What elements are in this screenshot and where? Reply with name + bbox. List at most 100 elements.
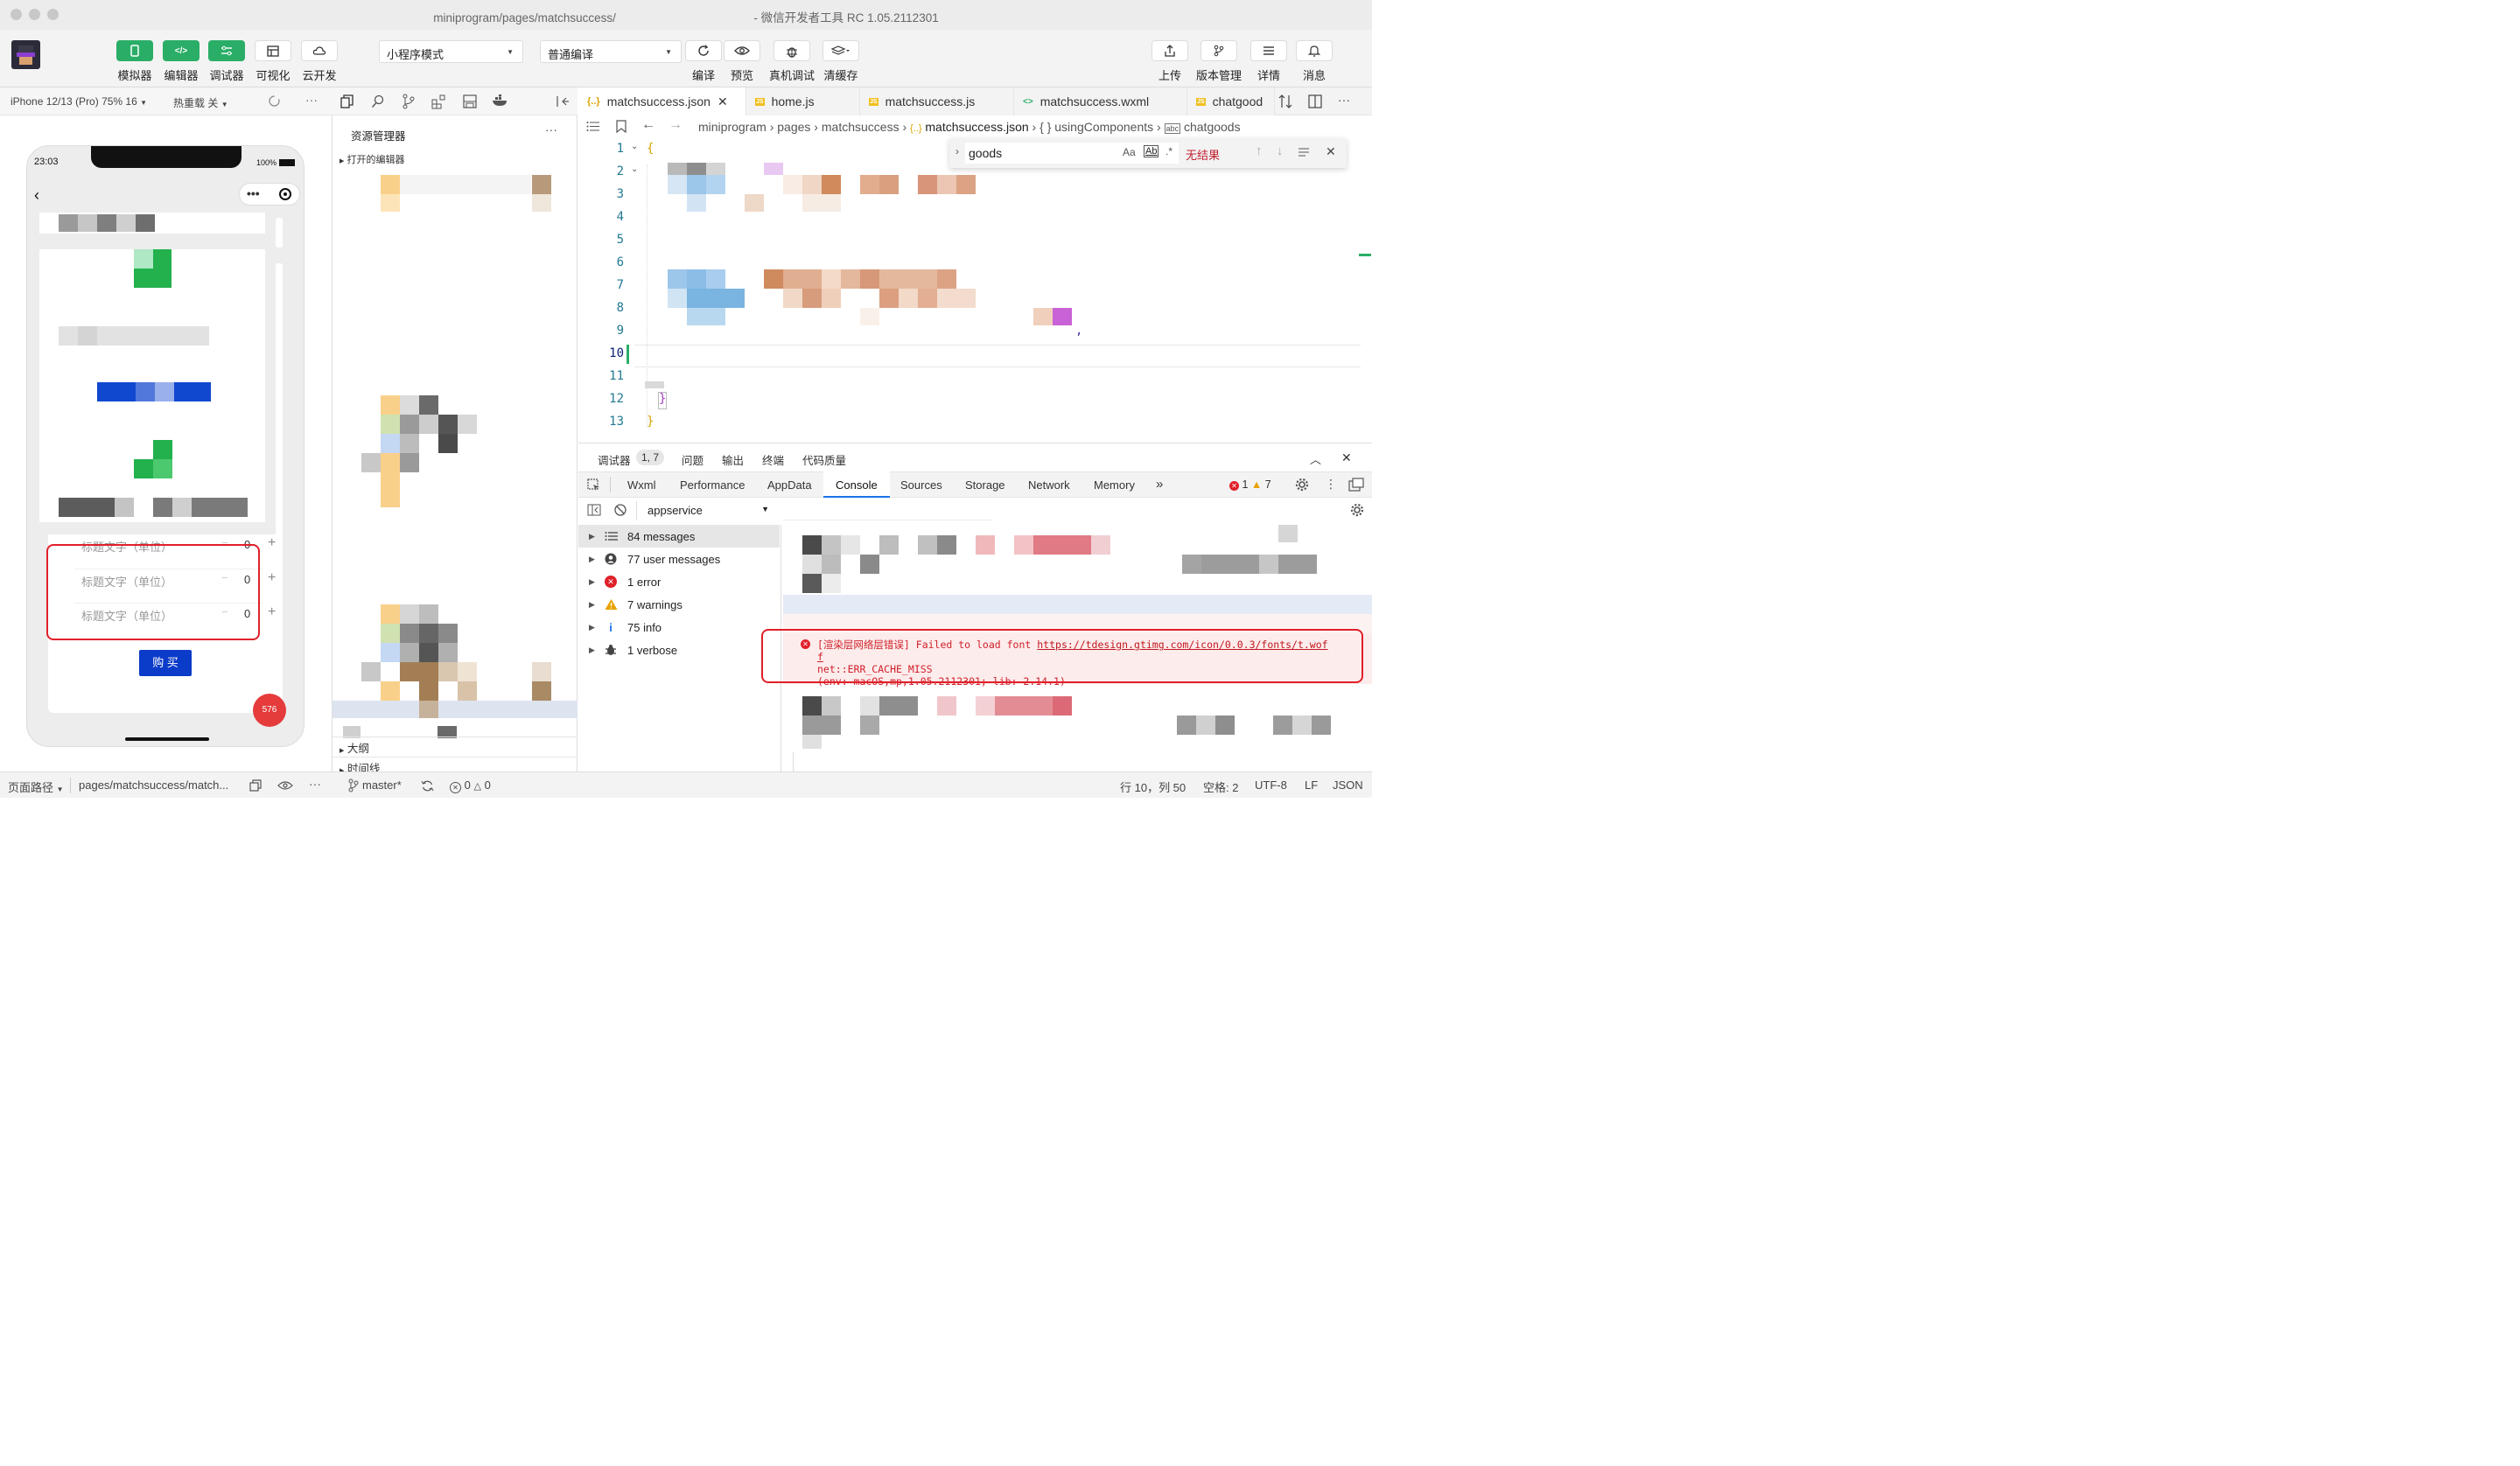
more-icon[interactable]: ··· bbox=[305, 93, 318, 107]
visual-button[interactable] bbox=[255, 40, 291, 61]
save-icon[interactable] bbox=[463, 94, 477, 108]
compile-mode-select[interactable]: 普通编译 ▼ bbox=[540, 40, 682, 63]
buy-button[interactable]: 购 买 bbox=[139, 650, 192, 676]
upload-button[interactable] bbox=[1152, 40, 1188, 61]
tab-network[interactable]: Network bbox=[1028, 478, 1070, 492]
match-case-icon[interactable]: Aa bbox=[1123, 146, 1136, 158]
search-icon[interactable] bbox=[371, 94, 385, 108]
real-debug-button[interactable] bbox=[774, 40, 810, 61]
more-tabs-button[interactable]: » bbox=[1156, 477, 1163, 492]
preview-button[interactable] bbox=[724, 40, 760, 61]
language-mode[interactable]: JSON bbox=[1333, 778, 1363, 792]
inspect-icon[interactable] bbox=[587, 478, 601, 492]
whole-word-icon[interactable]: Ab bbox=[1144, 145, 1159, 157]
more-icon[interactable]: ··· bbox=[545, 122, 557, 136]
avatar[interactable] bbox=[11, 40, 40, 69]
floating-badge[interactable]: 576 bbox=[253, 694, 286, 727]
eye-icon[interactable] bbox=[277, 780, 293, 791]
tab-memory[interactable]: Memory bbox=[1094, 478, 1135, 492]
breadcrumb-item[interactable]: matchsuccess.json bbox=[925, 120, 1028, 134]
tab-matchsuccess-json[interactable]: {..} matchsuccess.json ✕ bbox=[578, 87, 746, 115]
fold-icon[interactable]: ⌄ bbox=[631, 164, 638, 174]
regex-icon[interactable]: .* bbox=[1166, 145, 1172, 157]
editor-toggle-button[interactable]: </> bbox=[163, 40, 200, 61]
plus-icon[interactable]: + bbox=[268, 570, 276, 586]
breadcrumb-item[interactable]: matchsuccess bbox=[822, 120, 900, 134]
undock-icon[interactable] bbox=[1348, 478, 1364, 492]
tab-performance[interactable]: Performance bbox=[680, 478, 745, 492]
tab-chatgoods[interactable]: JS chatgood bbox=[1187, 87, 1275, 115]
console-settings-icon[interactable] bbox=[1350, 503, 1364, 517]
tab-console[interactable]: Console bbox=[836, 478, 878, 492]
code-area[interactable]: {,}} bbox=[634, 142, 1371, 439]
back-arrow-icon[interactable]: ‹ bbox=[34, 186, 39, 205]
details-button[interactable] bbox=[1250, 40, 1287, 61]
tab-debugger[interactable]: 调试器 bbox=[598, 451, 631, 468]
tab-code-quality[interactable]: 代码质量 bbox=[802, 451, 846, 468]
git-branch[interactable]: master* bbox=[362, 778, 402, 792]
source-control-icon[interactable] bbox=[402, 94, 416, 109]
files-icon[interactable] bbox=[340, 94, 354, 108]
close-icon[interactable]: ✕ bbox=[1326, 144, 1336, 159]
tab-home-js[interactable]: JS home.js bbox=[746, 87, 860, 115]
issue-counter[interactable]: ✕ 1 ▲ 7 bbox=[1229, 478, 1271, 491]
clear-cache-button[interactable] bbox=[822, 40, 859, 61]
close-icon[interactable]: ✕ bbox=[718, 94, 728, 109]
docker-icon[interactable] bbox=[492, 94, 509, 107]
sidebar-item-warnings[interactable]: ▶ 7 warnings bbox=[578, 593, 780, 616]
sidebar-item-info[interactable]: ▶ i 75 info bbox=[578, 616, 780, 639]
more-icon[interactable]: ··· bbox=[309, 777, 321, 791]
tab-matchsuccess-wxml[interactable]: <> matchsuccess.wxml bbox=[1014, 87, 1187, 115]
find-in-selection-icon[interactable] bbox=[1298, 147, 1310, 157]
breadcrumb-item[interactable]: chatgoods bbox=[1184, 120, 1241, 134]
indentation[interactable]: 空格: 2 bbox=[1203, 778, 1238, 795]
next-match-icon[interactable]: ↓ bbox=[1277, 143, 1284, 158]
sidebar-item-user-messages[interactable]: ▶ 77 user messages bbox=[578, 548, 780, 570]
tab-problems[interactable]: 问题 bbox=[682, 451, 704, 468]
sidebar-item-verbose[interactable]: ▶ 1 verbose bbox=[578, 639, 780, 661]
tab-terminal[interactable]: 终端 bbox=[762, 451, 784, 468]
kebab-menu-icon[interactable]: ⋮ bbox=[1325, 477, 1337, 492]
back-icon[interactable]: ← bbox=[641, 117, 655, 133]
more-icon[interactable]: ··· bbox=[1338, 93, 1350, 107]
cloud-button[interactable] bbox=[301, 40, 338, 61]
tab-sources[interactable]: Sources bbox=[900, 478, 942, 492]
page-path-select[interactable]: 页面路径 ▼ bbox=[8, 778, 64, 795]
clear-console-icon[interactable] bbox=[614, 504, 626, 516]
sidebar-item-messages[interactable]: ▶ 84 messages bbox=[578, 525, 780, 548]
sidebar-item-errors[interactable]: ▶ ✕ 1 error bbox=[578, 570, 780, 593]
previous-match-icon[interactable]: ↑ bbox=[1256, 143, 1263, 158]
tab-storage[interactable]: Storage bbox=[965, 478, 1005, 492]
bookmark-icon[interactable] bbox=[616, 120, 626, 133]
context-select[interactable]: appservice ▼ bbox=[636, 501, 774, 520]
end-of-line[interactable]: LF bbox=[1305, 778, 1318, 792]
git-branch-icon[interactable] bbox=[348, 778, 359, 792]
hot-reload-select[interactable]: 热重载 关 ▼ bbox=[173, 95, 228, 110]
list-icon[interactable] bbox=[586, 121, 600, 132]
breadcrumb-item[interactable]: usingComponents bbox=[1054, 120, 1153, 134]
close-capsule-icon[interactable] bbox=[279, 188, 291, 200]
tab-output[interactable]: 输出 bbox=[722, 451, 744, 468]
messages-button[interactable] bbox=[1296, 40, 1333, 61]
collapse-panel-icon[interactable] bbox=[556, 95, 570, 108]
filter-input[interactable] bbox=[783, 501, 993, 520]
settings-icon[interactable] bbox=[1295, 478, 1309, 492]
breadcrumb-item[interactable]: miniprogram bbox=[698, 120, 766, 134]
debugger-toggle-button[interactable] bbox=[208, 40, 245, 61]
plus-icon[interactable]: + bbox=[268, 535, 276, 551]
open-editors-section[interactable]: ▶ 打开的编辑器 bbox=[340, 152, 404, 166]
copy-icon[interactable] bbox=[249, 779, 262, 792]
encoding[interactable]: UTF-8 bbox=[1255, 778, 1287, 792]
tab-appdata[interactable]: AppData bbox=[767, 478, 812, 492]
close-icon[interactable]: ✕ bbox=[1341, 450, 1352, 465]
chevron-up-icon[interactable]: ︿ bbox=[1310, 450, 1321, 467]
tab-wxml[interactable]: Wxml bbox=[627, 478, 656, 492]
cursor-position[interactable]: 行 10，列 50 bbox=[1120, 778, 1186, 795]
fold-icon[interactable]: ⌄ bbox=[631, 142, 638, 151]
sync-icon[interactable] bbox=[421, 779, 434, 792]
mode-select[interactable]: 小程序模式 ▼ bbox=[379, 40, 523, 63]
more-dots-icon[interactable]: ••• bbox=[247, 186, 260, 200]
capsule-menu[interactable]: ••• bbox=[239, 183, 300, 206]
simulator-toggle-button[interactable] bbox=[116, 40, 153, 61]
split-editor-icon[interactable] bbox=[1308, 94, 1322, 108]
